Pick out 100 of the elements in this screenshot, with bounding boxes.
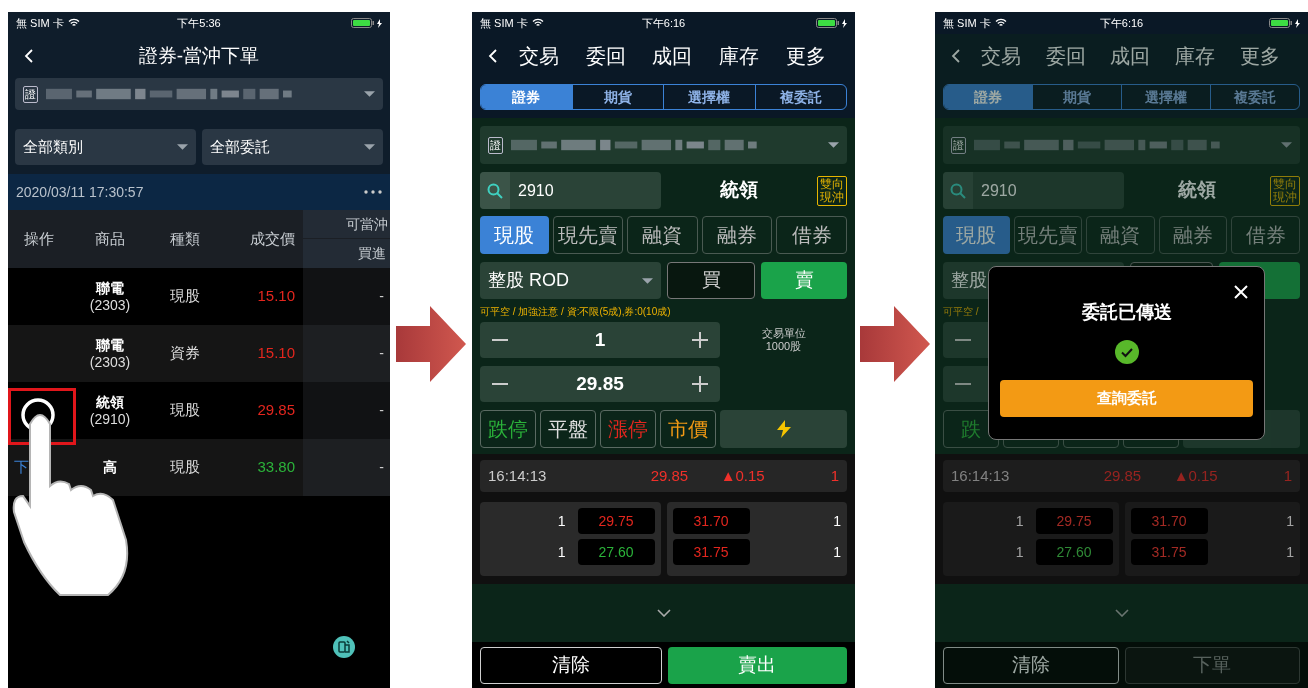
nav-tab[interactable]: 庫存: [1175, 41, 1216, 71]
order-type: 資券: [170, 343, 200, 364]
caret-down-icon: [364, 144, 375, 150]
nav-tab[interactable]: 成回: [652, 41, 693, 71]
notice-text: 可平空 /: [943, 304, 979, 319]
stock-name: 聯電: [96, 279, 124, 297]
side-toggle[interactable]: 買: [667, 262, 755, 299]
trade-price: 15.10: [257, 343, 295, 364]
number-stepper[interactable]: 29.85: [480, 366, 720, 402]
trade-price: 29.85: [257, 400, 295, 421]
dialog-title: 委託已傳送: [1081, 301, 1172, 324]
market-tab[interactable]: 融資: [627, 216, 698, 254]
quote-volume: 1: [1283, 465, 1292, 486]
search-field[interactable]: 2910: [480, 172, 661, 209]
unit-label: 交易單位: [761, 327, 806, 340]
action-button[interactable]: 清除: [480, 646, 662, 684]
market-tab[interactable]: 現先賣: [552, 216, 624, 254]
nav-tab[interactable]: 庫存: [719, 41, 760, 71]
market-tab[interactable]: 借券: [1231, 216, 1300, 254]
battery-icon: [351, 18, 375, 28]
back-icon[interactable]: [488, 48, 498, 64]
back-icon[interactable]: [951, 48, 961, 64]
segment-tab[interactable]: 複委託: [754, 85, 846, 109]
status-time: 下午6:16: [1099, 15, 1144, 31]
nav-tab[interactable]: 更多: [1239, 41, 1280, 71]
account-select[interactable]: 證: [480, 126, 847, 164]
order-type-select[interactable]: 整股 ROD: [480, 262, 661, 299]
back-icon[interactable]: [24, 48, 34, 64]
order-quantity: 1: [832, 542, 841, 562]
close-icon[interactable]: [1234, 285, 1248, 299]
stock-code: (2910): [89, 410, 131, 428]
caret-down-icon: [642, 277, 653, 284]
carrier-name: 無 SIM 卡: [480, 15, 528, 31]
price-button[interactable]: 市價: [660, 410, 716, 448]
more-icon[interactable]: [364, 190, 382, 194]
price-button[interactable]: 跌停: [480, 410, 536, 448]
column-header: 種類: [170, 228, 200, 249]
order-price: 27.60: [1056, 542, 1092, 562]
market-tab[interactable]: 現股: [480, 216, 549, 254]
carrier-name: 無 SIM 卡: [16, 15, 64, 31]
quote-volume: 1: [830, 465, 839, 486]
order-type: 現股: [170, 457, 200, 478]
price-button[interactable]: 平盤: [540, 410, 596, 448]
market-tab[interactable]: 融資: [1086, 216, 1155, 254]
nav-tab[interactable]: 更多: [785, 41, 826, 71]
search-field[interactable]: 2910: [943, 172, 1124, 209]
market-tab[interactable]: 現先賣: [1013, 216, 1083, 254]
nav-tab[interactable]: 委回: [1045, 41, 1086, 71]
document-icon[interactable]: [333, 636, 355, 658]
segment-tab[interactable]: 證券: [481, 85, 572, 109]
select-value: 整股: [951, 269, 987, 292]
plus-icon[interactable]: [692, 332, 708, 348]
timestamp: 2020/03/11 17:30:57: [16, 182, 144, 202]
account-select[interactable]: 證: [943, 126, 1300, 164]
table-row[interactable]: 聯電 (2303) 資券 15.10 -: [8, 325, 390, 382]
nav-tab[interactable]: 成回: [1110, 41, 1151, 71]
nav-tab[interactable]: 交易: [519, 41, 560, 71]
right-arrow-icon: [396, 306, 466, 382]
filter-select[interactable]: 全部委託: [202, 129, 383, 165]
plus-icon[interactable]: [692, 376, 708, 392]
stock-name: 統領: [96, 393, 124, 411]
segment-tab[interactable]: 選擇權: [663, 85, 755, 109]
chevron-down-icon[interactable]: [656, 609, 671, 617]
order-link[interactable]: 下: [14, 456, 29, 479]
chevron-down-icon[interactable]: [1114, 609, 1129, 617]
account-select[interactable]: 證: [15, 78, 383, 110]
order-quantity: 1: [1014, 542, 1025, 562]
select-value: 全部委託: [210, 136, 270, 157]
order-quantity: 1: [832, 511, 841, 531]
unit-value: 1000股: [765, 340, 802, 353]
column-header: 成交價: [250, 228, 295, 249]
segment-tab[interactable]: 複委託: [1210, 85, 1299, 109]
segment-tab[interactable]: 期貨: [1032, 85, 1121, 109]
column-header: 可當沖: [346, 214, 388, 234]
order-quantity: 1: [1285, 542, 1294, 562]
order-quantity: 1: [556, 511, 567, 531]
segment-tab[interactable]: 選擇權: [1121, 85, 1210, 109]
nav-tab[interactable]: 委回: [585, 41, 626, 71]
market-tab[interactable]: 借券: [776, 216, 847, 254]
quote-price: 29.85: [1103, 465, 1143, 486]
nav-tab[interactable]: 交易: [981, 41, 1022, 71]
market-tab[interactable]: 融券: [1158, 216, 1228, 254]
stock-name: 聯電: [96, 336, 124, 354]
quote-change: ▲0.15: [720, 465, 766, 486]
action-button[interactable]: 清除: [943, 646, 1119, 684]
select-value: 全部類別: [23, 136, 83, 157]
stepper-value: 1: [594, 327, 606, 352]
filter-select[interactable]: 全部類別: [15, 129, 196, 165]
quote-price: 29.85: [650, 465, 690, 486]
trade-price: 15.10: [257, 286, 295, 307]
price-button[interactable]: 漲停: [600, 410, 656, 448]
charging-icon: [1295, 18, 1300, 28]
table-row[interactable]: 下 高 現股 33.80 -: [8, 439, 390, 496]
table-cell-text: -: [379, 287, 384, 306]
stock-code: (2303): [89, 296, 131, 314]
caret-down-icon: [177, 144, 188, 150]
number-stepper[interactable]: 1: [480, 322, 720, 358]
check-circle-icon: [1114, 340, 1139, 364]
segment-tab[interactable]: 期貨: [571, 85, 663, 109]
market-tab[interactable]: 融券: [701, 216, 773, 254]
